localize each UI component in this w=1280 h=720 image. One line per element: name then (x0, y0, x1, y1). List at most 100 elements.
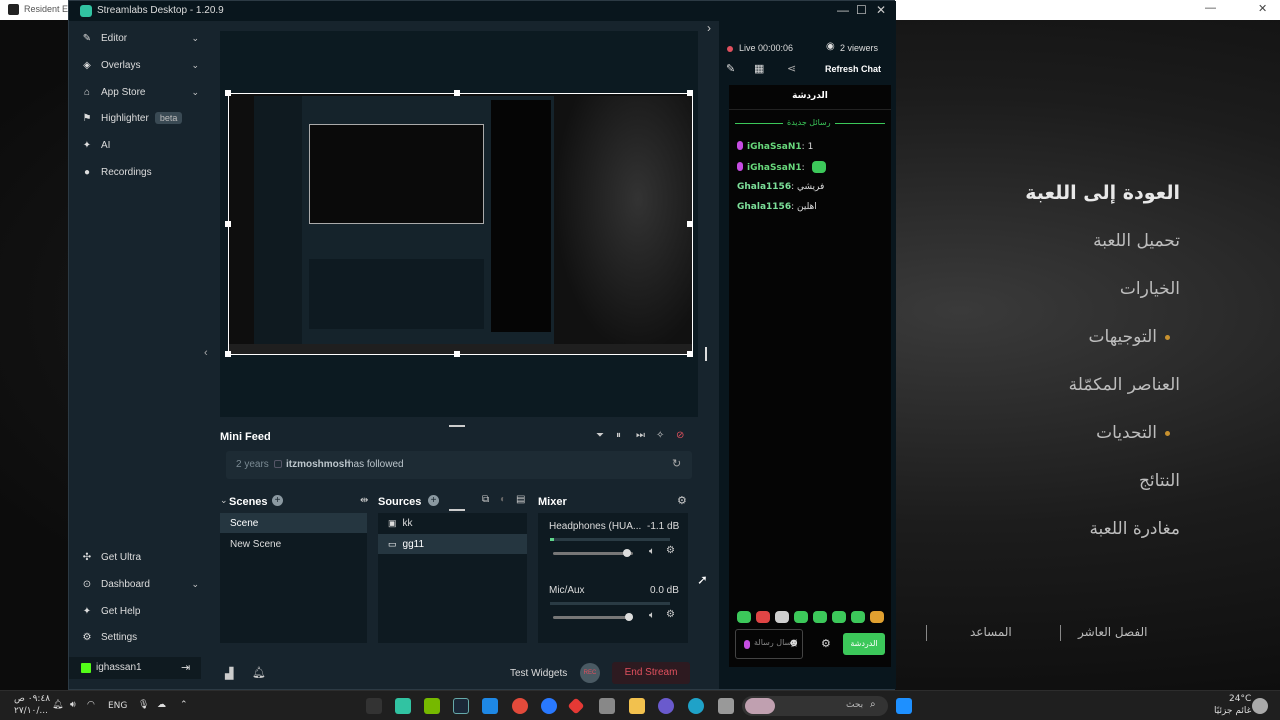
menu-item-results[interactable]: النتائج (1139, 471, 1180, 491)
taskbar-search-box[interactable]: بحث ⌕ (742, 696, 888, 716)
pause-icon[interactable]: ⏸ (616, 430, 621, 441)
minimize-icon[interactable]: — (837, 3, 849, 17)
rec-button[interactable]: REC (580, 663, 600, 683)
resize-handle[interactable] (225, 351, 231, 357)
add-scene-button[interactable]: + (272, 495, 283, 506)
add-source-button[interactable]: + (428, 495, 439, 506)
test-widgets-button[interactable]: Test Widgets (510, 668, 567, 679)
channel-settings-icon[interactable]: ⚙ (666, 545, 675, 556)
slider-knob[interactable] (625, 613, 633, 621)
stream-info-icon[interactable]: ▦ (754, 62, 764, 75)
weather-temp[interactable]: 24°C (1229, 694, 1251, 704)
speaker-icon[interactable]: 🔈︎ (649, 610, 655, 621)
resize-handle[interactable] (225, 90, 231, 96)
stats-icon[interactable]: ▟ (225, 667, 233, 680)
end-stream-button[interactable]: End Stream (612, 662, 690, 684)
source-properties-icon[interactable]: ◐ (500, 494, 506, 505)
streamlabs-taskbar-icon[interactable] (395, 698, 411, 714)
wifi-icon[interactable]: ◠ (87, 700, 95, 710)
menu-item-quit[interactable]: مغادرة اللعبة (1089, 519, 1180, 539)
stream-preview[interactable] (220, 31, 698, 417)
clock-date[interactable]: ٢٧/١٠/... (14, 706, 48, 716)
menu-item-load[interactable]: تحميل اللعبة (1093, 231, 1180, 251)
scene-item[interactable]: Scene (220, 513, 367, 533)
scene-transitions-icon[interactable]: ⇹ (360, 495, 368, 506)
slider-knob[interactable] (622, 549, 631, 557)
volume-slider[interactable] (553, 613, 633, 621)
captured-game-source[interactable] (228, 93, 693, 355)
file-explorer-icon[interactable] (629, 698, 645, 714)
skip-icon[interactable]: ⏭ (636, 430, 645, 441)
sidebar-item-dashboard[interactable]: ⊙ Dashboard ⌄ (79, 573, 199, 595)
edit-stream-info-icon[interactable]: ✎ (726, 62, 735, 75)
emoji-icon[interactable]: ☻ (788, 637, 800, 649)
chat-send-button[interactable]: الدردشة (843, 633, 885, 655)
emote-icon[interactable] (813, 611, 827, 623)
refresh-chat-button[interactable]: Refresh Chat (825, 64, 881, 74)
sidebar-item-get-ultra[interactable]: ✣ Get Ultra (79, 546, 199, 568)
sidebar-item-get-help[interactable]: ✦ Get Help (79, 600, 199, 622)
scenes-collapse-icon[interactable]: ⌄ (220, 495, 228, 506)
emote-icon[interactable] (794, 611, 808, 623)
emote-icon[interactable] (737, 611, 751, 623)
game-close-icon[interactable]: ✕ (1258, 2, 1267, 15)
notification-bell-icon[interactable]: 🔔︎ (52, 700, 63, 710)
sidebar-item-overlays[interactable]: ◈ Overlays ⌄ (79, 54, 199, 76)
resize-handle[interactable] (687, 351, 693, 357)
collapse-left-icon[interactable]: ‹ (204, 347, 208, 359)
sidebar-item-recordings[interactable]: ● Recordings (79, 161, 199, 183)
weather-desc[interactable]: غائم جزئيًا (1214, 706, 1251, 716)
game-app-icon[interactable] (567, 697, 585, 715)
language-indicator[interactable]: ENG (108, 701, 127, 711)
help-icon[interactable] (541, 698, 557, 714)
channel-settings-icon[interactable]: ⚙ (666, 609, 675, 620)
resize-handle[interactable] (687, 221, 693, 227)
microphone-icon[interactable]: 🎙︎ (138, 700, 149, 710)
add-folder-icon[interactable]: ▤ (516, 494, 525, 505)
emote-icon[interactable] (870, 611, 884, 623)
menu-item-directions[interactable]: التوجيهات (1089, 327, 1170, 347)
resize-handle[interactable] (454, 90, 460, 96)
show-hidden-icons-icon[interactable]: ⌃ (180, 700, 188, 710)
edge-icon[interactable] (688, 698, 704, 714)
disable-alerts-icon[interactable]: ⊘ (676, 430, 684, 441)
volume-icon[interactable]: 🔊︎ (70, 700, 76, 710)
filter-icon[interactable]: ⏷ (596, 430, 604, 441)
sidebar-item-app-store[interactable]: ⌂ App Store ⌄ (79, 81, 199, 103)
collapse-chat-icon[interactable]: › (707, 21, 711, 35)
menu-item-options[interactable]: الخيارات (1120, 279, 1180, 299)
notifications-icon[interactable]: 🔔︎ (252, 666, 266, 679)
share-icon[interactable]: ⋖ (787, 62, 796, 75)
chrome-icon[interactable] (512, 698, 528, 714)
logout-icon[interactable]: ⇥ (181, 661, 190, 674)
resize-handle[interactable] (225, 221, 231, 227)
store-icon[interactable] (482, 698, 498, 714)
maximize-icon[interactable]: ☐ (856, 3, 867, 17)
game-minimize-icon[interactable]: — (1205, 2, 1216, 14)
emote-icon[interactable] (832, 611, 846, 623)
source-item[interactable]: ▣ kk (378, 513, 527, 533)
resize-handle[interactable] (454, 351, 460, 357)
source-item[interactable]: ▭ gg11 (378, 534, 527, 554)
menu-item-challenges[interactable]: التحديات (1096, 423, 1170, 443)
refresh-icon[interactable]: ↻ (672, 457, 681, 470)
user-account-row[interactable]: ighassan1 ⇥ (69, 657, 201, 679)
sidebar-item-editor[interactable]: ✎ Editor ⌄ (79, 27, 199, 49)
chat-input[interactable]: إرسال رسالة ☻ (735, 629, 803, 659)
steam-icon[interactable] (453, 698, 469, 714)
onedrive-icon[interactable]: ☁ (157, 700, 166, 710)
scene-item[interactable]: New Scene (220, 534, 367, 554)
source-folder-icon[interactable]: ⧉ (482, 494, 489, 505)
menu-item-extras[interactable]: العناصر المكمّلة (1069, 375, 1180, 395)
sidebar-item-ai[interactable]: ✦ AI (79, 134, 199, 156)
sidebar-item-highlighter[interactable]: ⚑ Highlighter beta (79, 107, 199, 129)
mixer-settings-icon[interactable]: ⚙ (677, 494, 687, 507)
emote-icon[interactable] (756, 611, 770, 623)
preview-scrollbar[interactable] (705, 347, 707, 361)
microsoft-store-icon[interactable] (599, 698, 615, 714)
copilot-icon[interactable] (658, 698, 674, 714)
close-icon[interactable]: ✕ (876, 3, 886, 17)
volume-slider[interactable] (553, 549, 633, 557)
resize-handle[interactable] (687, 90, 693, 96)
emote-icon[interactable] (851, 611, 865, 623)
